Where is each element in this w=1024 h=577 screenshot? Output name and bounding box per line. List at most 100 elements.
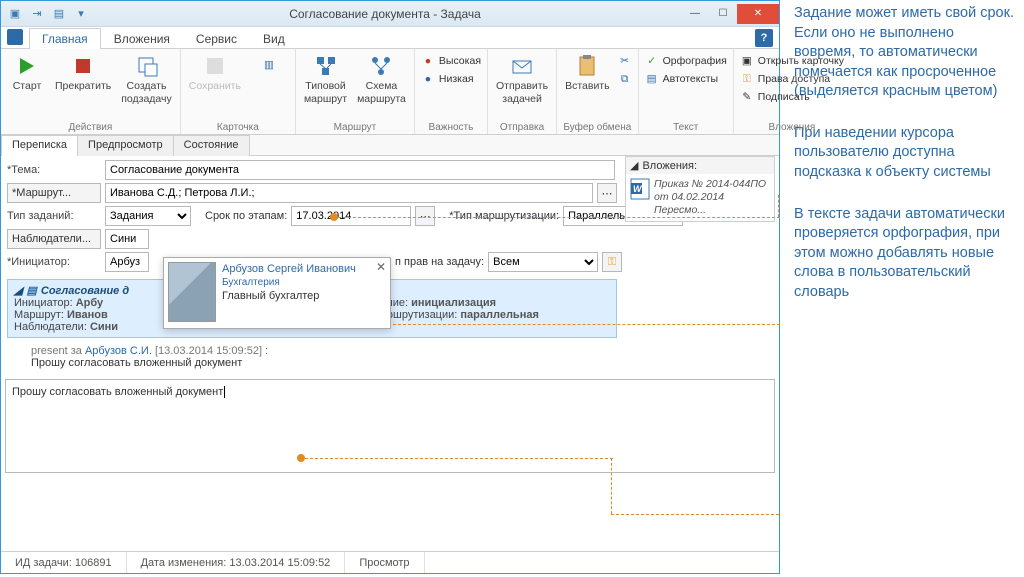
initiator-input[interactable] xyxy=(105,252,149,272)
annotation-3: В тексте задачи авто­матически проверяет… xyxy=(794,205,1014,303)
save-label: Сохранить xyxy=(189,80,241,93)
route-scheme-label: Схема маршрута xyxy=(357,80,406,105)
subtask-label: Создать подзадачу xyxy=(121,80,172,105)
ribbon-tabs: Главная Вложения Сервис Вид ? xyxy=(1,27,779,49)
paste-label: Вставить xyxy=(565,80,610,93)
route-input[interactable] xyxy=(105,183,593,203)
callout-dot-3 xyxy=(297,454,305,462)
copy-small[interactable]: ⧉ xyxy=(616,71,634,87)
open-card-label: Открыть карточку xyxy=(758,55,844,67)
rights-label: п прав на задачу: xyxy=(395,256,484,268)
minimize-button[interactable]: — xyxy=(681,4,709,24)
status-bar: ИД задачи: 106891 Дата изменения: 13.03.… xyxy=(1,551,779,573)
pin-icon: ◢ xyxy=(630,159,638,172)
attachments-panel: ◢ Вложения: W Приказ № 2014-044ПОот 04.02… xyxy=(625,156,775,222)
save-button: Сохранить xyxy=(185,51,245,95)
autotext-label: Автотексты xyxy=(663,73,719,85)
group-card-label: Карточка xyxy=(185,121,291,134)
callout-line-2 xyxy=(378,324,780,325)
tasktype-label: Тип заданий: xyxy=(7,210,101,222)
rights-label: Права доступа xyxy=(758,73,830,85)
stop-button[interactable]: Прекратить xyxy=(51,51,115,95)
maximize-button[interactable]: ☐ xyxy=(709,4,737,24)
group-importance-label: Важность xyxy=(419,121,483,134)
stepdate-label: Срок по этапам: xyxy=(205,210,287,222)
theme-input[interactable] xyxy=(105,160,615,180)
rights-select[interactable]: Всем xyxy=(488,252,598,272)
group-route-label: Маршрут xyxy=(300,121,410,134)
stepdate-input[interactable] xyxy=(291,206,411,226)
callout-line-3a xyxy=(305,458,613,459)
sign-label: Подписать xyxy=(758,91,810,103)
app-menu-button[interactable] xyxy=(7,29,23,45)
close-button[interactable]: ✕ xyxy=(737,4,779,24)
tooltip-name: Арбузов Сергей Иванович xyxy=(222,262,386,276)
watchers-input[interactable] xyxy=(105,229,149,249)
subtab-correspondence[interactable]: Переписка xyxy=(1,135,78,156)
window-title: Согласование документа - Задача xyxy=(89,7,681,21)
message-thread: present за Арбузов С.И. [13.03.2014 15:0… xyxy=(7,341,773,375)
send-icon[interactable]: ⇥ xyxy=(29,6,45,22)
start-button[interactable]: Старт xyxy=(5,51,49,95)
rights-lock-icon[interactable]: ⚿ xyxy=(602,252,622,272)
tooltip-close-icon[interactable]: ✕ xyxy=(376,260,386,274)
open-card-button: ▣Открыть карточку xyxy=(738,53,846,69)
doc-icon: ▣ xyxy=(7,6,23,22)
subtab-preview[interactable]: Предпросмотр xyxy=(77,135,174,156)
title-bar: ▣ ⇥ ▤ ▾ Согласование документа - Задача … xyxy=(1,1,779,27)
help-button[interactable]: ? xyxy=(755,29,773,47)
quick-access: ▣ ⇥ ▤ ▾ xyxy=(7,6,89,22)
save-icon[interactable]: ▤ xyxy=(51,6,67,22)
spellcheck-label: Орфография xyxy=(663,55,727,67)
tab-main[interactable]: Главная xyxy=(29,28,101,49)
priority-low-label: Низкая xyxy=(439,73,474,85)
priority-low[interactable]: ●Низкая xyxy=(419,71,483,87)
attachment-item[interactable]: W Приказ № 2014-044ПОот 04.02.2014 Перес… xyxy=(626,174,774,221)
msg-body: Прошу согласовать вложенный документ xyxy=(31,357,749,369)
priority-high-label: Высокая xyxy=(439,55,481,67)
sign-button: ✎Подписать xyxy=(738,89,846,105)
callout-dot-1 xyxy=(330,213,338,221)
dropdown-icon[interactable]: ▾ xyxy=(73,6,89,22)
watchers-button[interactable]: Наблюдатели... xyxy=(7,229,101,249)
tooltip-dept: Бухгалтерия xyxy=(222,276,386,289)
card-more-button[interactable]: ▥ xyxy=(247,51,291,93)
msg-author-link[interactable]: Арбузов С.И. xyxy=(85,345,152,357)
cut-small[interactable]: ✂ xyxy=(616,53,634,69)
tab-service[interactable]: Сервис xyxy=(183,28,250,49)
card-doc-icon: ▤ xyxy=(26,284,36,297)
card-title: Согласование д xyxy=(41,285,129,297)
user-tooltip: ✕ Арбузов Сергей Иванович Бухгалтерия Гл… xyxy=(163,257,391,329)
theme-label: *Тема: xyxy=(7,164,101,176)
spellcheck-button[interactable]: ✓Орфография xyxy=(643,53,729,69)
route-typical-label: Типовой маршрут xyxy=(304,80,347,105)
initiator-label: *Инициатор: xyxy=(7,256,101,268)
paste-button[interactable]: Вставить xyxy=(561,51,614,95)
priority-high[interactable]: ●Высокая xyxy=(419,53,483,69)
tab-view[interactable]: Вид xyxy=(250,28,298,49)
group-clipboard-label: Буфер обмена xyxy=(561,121,634,134)
callout-line-1b xyxy=(778,195,779,217)
route-button[interactable]: *Маршрут... xyxy=(7,183,101,203)
status-mode: Просмотр xyxy=(345,552,424,573)
send-label: Отправить задачей xyxy=(496,80,548,105)
stop-label: Прекратить xyxy=(55,80,111,93)
route-browse-button[interactable]: ⋯ xyxy=(597,183,617,203)
subtask-button[interactable]: Создать подзадачу xyxy=(117,51,176,107)
subtab-state[interactable]: Состояние xyxy=(173,135,250,156)
routetype-label: *Тип маршрутизации: xyxy=(449,210,559,222)
send-button[interactable]: Отправить задачей xyxy=(492,51,552,107)
autotext-button[interactable]: ▤Автотексты xyxy=(643,71,729,87)
word-doc-icon: W xyxy=(630,178,650,198)
tab-attachments[interactable]: Вложения xyxy=(101,28,183,49)
rights-button[interactable]: ⚿Права доступа xyxy=(738,71,846,87)
route-typical-button[interactable]: Типовой маршрут xyxy=(300,51,351,107)
status-mod: 13.03.2014 15:09:52 xyxy=(229,557,330,569)
tasktype-select[interactable]: Задания xyxy=(105,206,191,226)
stepdate-browse[interactable]: ⋯ xyxy=(415,206,435,226)
attachments-header: Вложения: xyxy=(642,160,697,172)
route-scheme-button[interactable]: Схема маршрута xyxy=(353,51,410,107)
avatar xyxy=(168,262,216,322)
ribbon: Старт Прекратить Создать подзадачу Дейст… xyxy=(1,49,779,135)
chevron-down-icon: ◢ xyxy=(14,284,22,297)
